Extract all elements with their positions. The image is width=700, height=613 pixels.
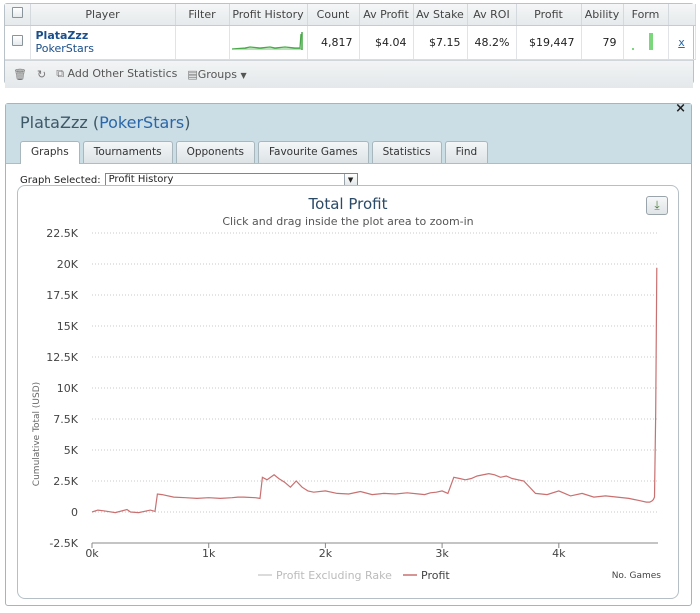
groups-icon: ▤ [187,67,198,81]
form-bar-chart [631,32,653,50]
av-stake-cell: $7.15 [413,25,468,60]
graph-select-value: Profit History [108,174,174,185]
chart-title: Total Profit [308,195,388,213]
column-header-av-stake[interactable]: Av Stake [413,4,468,26]
table-header-row: Player Filter Profit History Count Av Pr… [5,4,696,26]
close-window-button[interactable]: × [675,101,686,116]
window-site-link[interactable]: PokerStars [99,113,184,132]
column-header-player[interactable]: Player [30,4,176,26]
y-tick-label: 0 [71,506,78,519]
x-tick-label: 3k [435,547,449,560]
chart-container: ⤓ Total Profit Click and drag inside the… [17,185,679,599]
tab-opponents[interactable]: Opponents [175,141,255,163]
legend-label-profit-excluding-rake: Profit Excluding Rake [276,569,392,582]
total-profit-chart[interactable]: Total Profit Click and drag inside the p… [18,186,678,598]
columns-icon: ⧉ [56,67,65,80]
column-header-profit-history[interactable]: Profit History [229,4,308,26]
chart-legend: Profit Excluding Rake Profit [258,569,450,582]
player-name-link[interactable]: PlataZzz [36,29,169,42]
chart-grid [92,232,658,544]
profit-cell: $19,447 [516,25,582,60]
player-cell[interactable]: PlataZzz PokerStars [30,25,176,60]
chart-y-axis-label: Cumulative Total (USD) [32,382,42,486]
column-header-av-profit[interactable]: Av Profit [359,4,414,26]
tab-graphs[interactable]: Graphs [20,141,80,164]
column-header-av-roi[interactable]: Av ROI [467,4,517,26]
y-tick-label: 22.5K [46,227,78,240]
player-detail-window: PlataZzz (PokerStars) × Graphs Tournamen… [5,101,692,606]
player-stats-panel: Player Filter Profit History Count Av Pr… [4,3,696,88]
column-header-filter[interactable]: Filter [175,4,230,26]
x-tick-label: 0k [85,547,99,560]
tab-favourite-games[interactable]: Favourite Games [257,141,369,163]
av-profit-cell: $4.04 [359,25,414,60]
y-tick-label: 20K [57,258,79,271]
column-header-profit[interactable]: Profit [516,4,582,26]
profit-history-sparkline-cell [229,25,308,60]
chevron-down-icon: ▼ [240,70,247,80]
tab-tournaments[interactable]: Tournaments [82,141,173,163]
refresh-icon[interactable]: ↻ [37,68,46,81]
column-header-form[interactable]: Form [623,4,669,26]
graph-selected-label: Graph Selected: [20,174,101,186]
remove-player-button[interactable]: x [668,25,696,60]
ability-cell: 79 [581,25,624,60]
x-tick-label: 4k [552,547,566,560]
add-other-statistics-button[interactable]: ⧉ Add Other Statistics [56,67,177,81]
y-tick-label: 10K [57,382,79,395]
add-other-statistics-label: Add Other Statistics [67,67,178,80]
select-all-checkbox-cell[interactable] [5,4,31,26]
av-roi-cell: 48.2% [467,25,517,60]
series-line-profit [91,267,658,514]
window-tabs: Graphs Tournaments Opponents Favourite G… [20,141,489,164]
y-tick-label: 15K [57,320,79,333]
chart-series [91,267,658,514]
player-site-link[interactable]: PokerStars [36,42,169,55]
row-checkbox-cell[interactable] [5,25,31,60]
column-header-ability[interactable]: Ability [581,4,624,26]
filter-cell [175,25,230,60]
row-checkbox[interactable] [11,35,23,46]
profit-history-sparkline [231,31,303,50]
y-tick-label: 5K [64,444,79,457]
y-tick-label: 7.5K [53,413,78,426]
legend-item-profit-excluding-rake[interactable]: Profit Excluding Rake [258,569,392,582]
form-cell [623,25,669,60]
trash-icon[interactable]: 🗑 [13,68,27,81]
stats-toolbar: 🗑 ↻ ⧉ Add Other Statistics ▤Groups ▼ [5,59,693,88]
tab-find[interactable]: Find [444,141,489,163]
window-player-name: PlataZzz [20,113,88,132]
select-all-checkbox[interactable] [11,7,23,19]
download-chart-button[interactable]: ⤓ [646,196,668,215]
y-tick-label: -2.5K [49,537,78,550]
groups-dropdown[interactable]: ▤Groups ▼ [187,68,246,81]
player-stats-table: Player Filter Profit History Count Av Pr… [5,4,696,60]
column-header-remove [668,4,696,26]
window-title: PlataZzz (PokerStars) [20,113,190,132]
table-row[interactable]: PlataZzz PokerStars 4,817 $4.04 $7.15 48… [5,25,696,60]
window-header: PlataZzz (PokerStars) × Graphs Tournamen… [6,101,691,164]
count-cell: 4,817 [307,25,360,60]
tab-statistics[interactable]: Statistics [371,141,442,163]
legend-item-profit[interactable]: Profit [403,569,450,582]
download-icon: ⤓ [654,198,660,212]
chart-subtitle: Click and drag inside the plot area to z… [222,215,473,228]
site-open-paren: ( [87,113,100,132]
y-tick-label: 17.5K [46,289,78,302]
column-header-count[interactable]: Count [307,4,360,26]
x-tick-label: 2k [319,547,333,560]
chart-x-axis-label: No. Games [612,571,662,581]
legend-label-profit: Profit [421,569,450,582]
groups-label: Groups [197,67,237,81]
y-tick-label: 12.5K [46,351,78,364]
y-tick-label: 2.5K [53,475,78,488]
x-tick-label: 1k [202,547,216,560]
site-close-paren: ) [184,113,191,132]
